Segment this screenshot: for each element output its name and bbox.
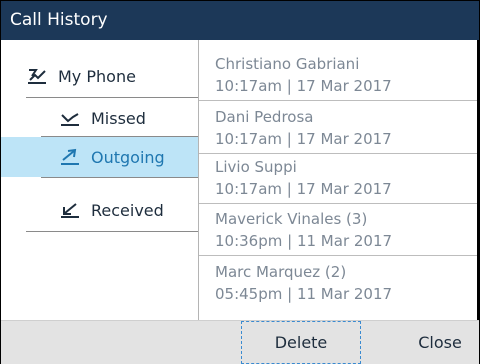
nav-item-label: Received	[91, 200, 164, 220]
nav-separator	[41, 177, 198, 178]
entry-divider	[199, 100, 479, 101]
softkey-bar: Delete Close	[1, 320, 479, 364]
caller-name: Christiano Gabriani	[215, 55, 360, 73]
nav-separator	[26, 231, 198, 232]
nav-item-received[interactable]: Received	[59, 191, 198, 229]
nav-item-outgoing[interactable]: Outgoing	[1, 137, 198, 177]
call-filter-nav: My Phone Missed Outgoing Received	[1, 40, 198, 320]
caller-name: Dani Pedrosa	[215, 108, 314, 126]
nav-item-label: Outgoing	[91, 147, 165, 167]
delete-button[interactable]: Delete	[241, 321, 361, 364]
call-timestamp: 10:17am | 17 Mar 2017	[215, 130, 392, 148]
nav-item-missed[interactable]: Missed	[59, 99, 198, 137]
missed-call-icon	[59, 109, 81, 127]
call-entry[interactable]: Livio Suppi 10:17am | 17 Mar 2017	[199, 155, 479, 204]
outgoing-call-icon	[59, 148, 81, 166]
entry-divider	[199, 203, 479, 204]
entry-divider	[199, 255, 479, 256]
close-button[interactable]: Close	[401, 321, 479, 364]
nav-item-label: Missed	[91, 108, 146, 128]
call-entry[interactable]: Christiano Gabriani 10:17am | 17 Mar 201…	[199, 52, 479, 101]
title-bar: Call History	[1, 1, 479, 40]
call-entry[interactable]: Maverick Vinales (3) 10:36pm | 11 Mar 20…	[199, 207, 479, 256]
caller-name: Marc Marquez (2)	[215, 263, 347, 281]
caller-name: Livio Suppi	[215, 158, 297, 176]
nav-separator	[26, 97, 198, 98]
nav-item-my-phone[interactable]: My Phone	[26, 57, 196, 95]
nav-item-label: My Phone	[58, 66, 136, 86]
caller-name: Maverick Vinales (3)	[215, 210, 368, 228]
call-entry[interactable]: Marc Marquez (2) 05:45pm | 11 Mar 2017	[199, 260, 479, 309]
all-calls-icon	[26, 67, 48, 85]
call-timestamp: 10:36pm | 11 Mar 2017	[215, 232, 393, 250]
window-title: Call History	[10, 10, 108, 30]
call-list: Christiano Gabriani 10:17am | 17 Mar 201…	[199, 40, 479, 320]
call-timestamp: 10:17am | 17 Mar 2017	[215, 77, 392, 95]
entry-divider	[199, 153, 479, 154]
received-call-icon	[59, 201, 81, 219]
content-area: My Phone Missed Outgoing Received Christ…	[1, 40, 479, 320]
call-timestamp: 10:17am | 17 Mar 2017	[215, 180, 392, 198]
call-entry[interactable]: Dani Pedrosa 10:17am | 17 Mar 2017	[199, 105, 479, 154]
call-timestamp: 05:45pm | 11 Mar 2017	[215, 285, 393, 303]
